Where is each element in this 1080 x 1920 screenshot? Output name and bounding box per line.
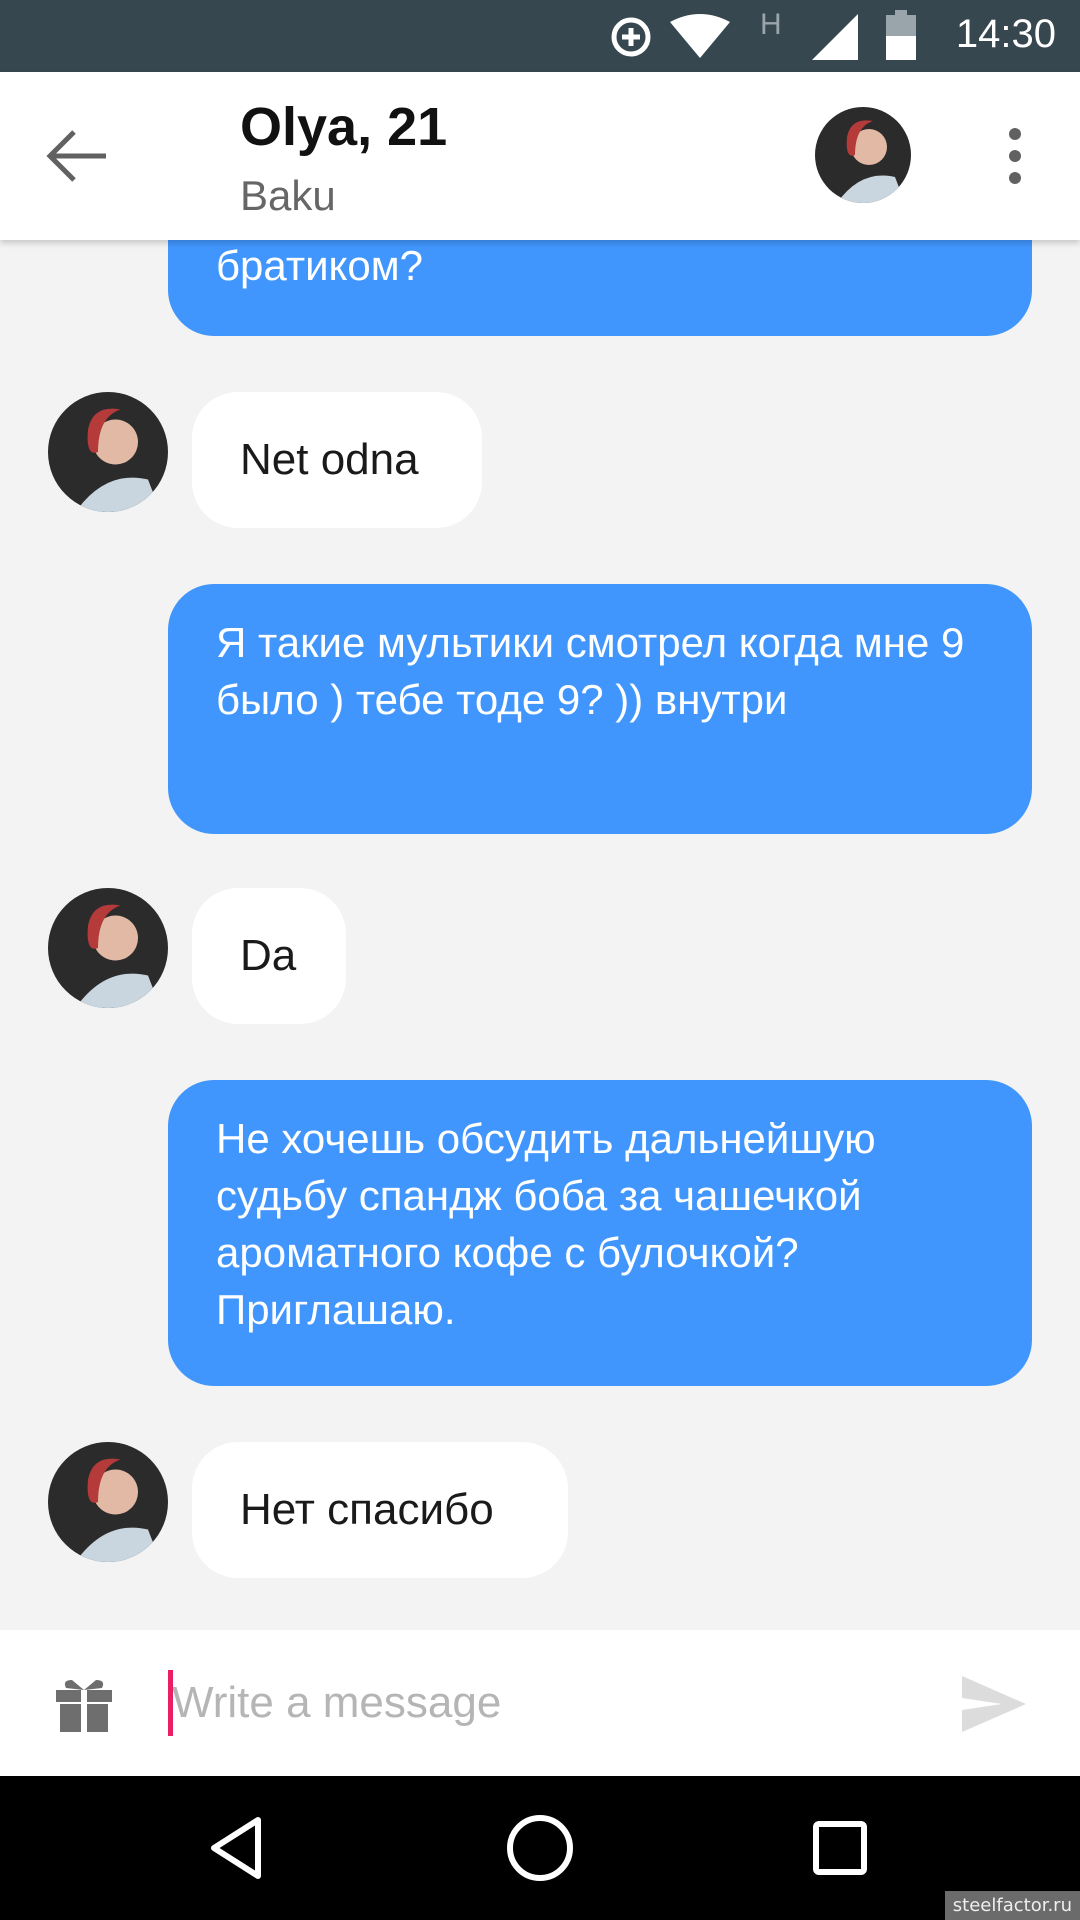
outgoing-message: Я такие мультики смотрел когда мне 9 был… bbox=[168, 584, 1032, 834]
send-icon bbox=[962, 1676, 1026, 1732]
data-saver-icon bbox=[611, 17, 651, 57]
system-navigation-bar: steelfactor.ru bbox=[0, 1776, 1080, 1920]
contact-name[interactable]: Olya, 21 bbox=[240, 96, 447, 158]
nav-recents-button[interactable] bbox=[800, 1808, 880, 1888]
message-composer bbox=[0, 1630, 1080, 1776]
avatar-photo bbox=[48, 888, 168, 1008]
status-time: 14:30 bbox=[955, 12, 1056, 56]
chat-header: Olya, 21 Baku bbox=[0, 72, 1080, 240]
send-button[interactable] bbox=[960, 1674, 1028, 1734]
sender-avatar[interactable] bbox=[48, 1442, 168, 1562]
outgoing-message: Не хочешь обсудить дальнейшую судьбу спа… bbox=[168, 1080, 1032, 1386]
more-vert-icon bbox=[1009, 128, 1021, 184]
back-button[interactable] bbox=[40, 116, 130, 196]
contact-city: Baku bbox=[240, 172, 336, 219]
message-text: Нет спасибо bbox=[240, 1485, 494, 1534]
message-list[interactable]: братиком? Net odna Я такие мультики смот… bbox=[0, 240, 1080, 1630]
text-cursor bbox=[168, 1670, 173, 1736]
avatar-photo bbox=[815, 107, 911, 203]
more-options-button[interactable] bbox=[990, 116, 1040, 196]
incoming-message: Net odna bbox=[192, 392, 482, 528]
nav-recents-icon bbox=[813, 1821, 867, 1875]
header-avatar[interactable] bbox=[815, 107, 911, 203]
battery-icon bbox=[886, 10, 916, 60]
cellular-signal-icon bbox=[812, 14, 858, 60]
avatar-photo bbox=[48, 392, 168, 512]
incoming-message: Нет спасибо bbox=[192, 1442, 568, 1578]
status-bar: H 14:30 bbox=[0, 0, 1080, 72]
message-text: Net odna bbox=[240, 435, 419, 484]
back-arrow-icon bbox=[46, 130, 106, 182]
nav-home-button[interactable] bbox=[500, 1808, 580, 1888]
incoming-message: Da bbox=[192, 888, 346, 1024]
wifi-icon bbox=[670, 14, 730, 58]
nav-home-icon bbox=[507, 1815, 573, 1881]
message-text: братиком? bbox=[216, 242, 423, 289]
sender-avatar[interactable] bbox=[48, 888, 168, 1008]
nav-back-button[interactable] bbox=[200, 1808, 280, 1888]
message-input[interactable] bbox=[168, 1664, 932, 1742]
gift-button[interactable] bbox=[54, 1674, 114, 1734]
gift-icon bbox=[56, 1680, 112, 1732]
message-text: Не хочешь обсудить дальнейшую судьбу спа… bbox=[216, 1115, 876, 1333]
avatar-photo bbox=[48, 1442, 168, 1562]
message-text: Я такие мультики смотрел когда мне 9 был… bbox=[216, 619, 965, 723]
network-type-label: H bbox=[760, 8, 782, 41]
message-text: Da bbox=[240, 931, 297, 980]
outgoing-message: братиком? bbox=[168, 240, 1032, 336]
watermark: steelfactor.ru bbox=[944, 1891, 1080, 1920]
nav-back-icon bbox=[211, 1817, 261, 1879]
sender-avatar[interactable] bbox=[48, 392, 168, 512]
